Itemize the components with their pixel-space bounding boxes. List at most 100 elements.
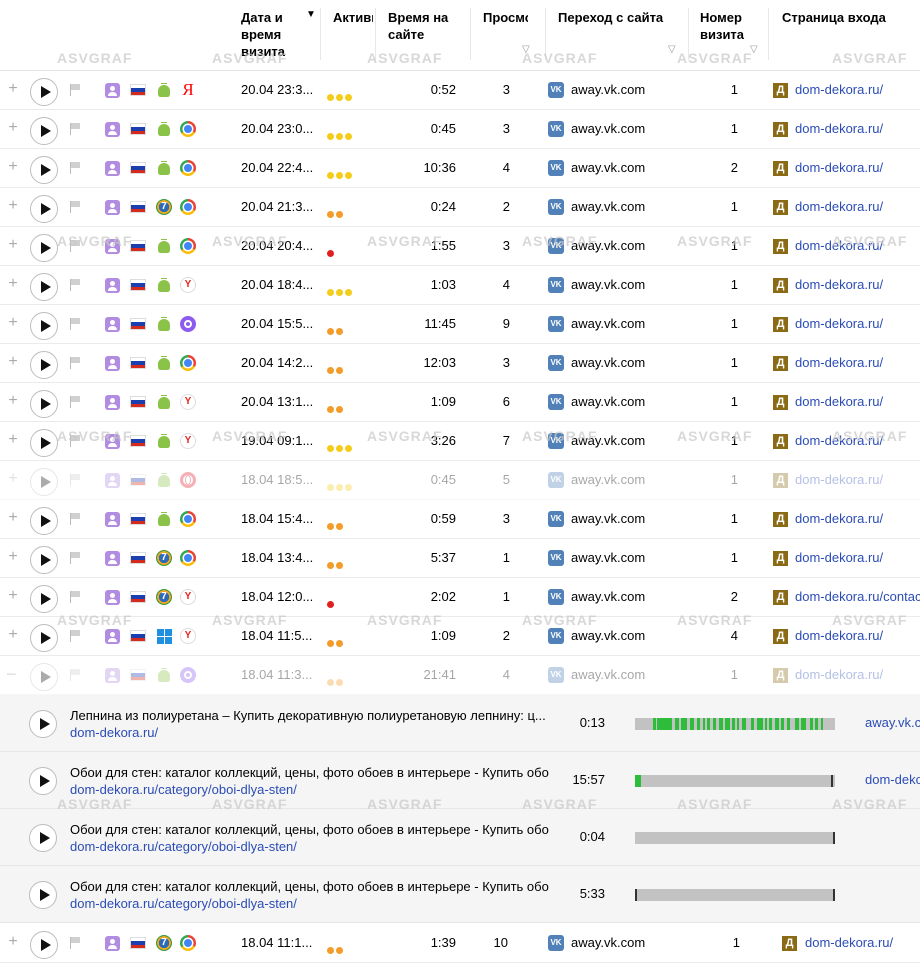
play-button[interactable]: [29, 767, 57, 795]
expand-icon[interactable]: +: [6, 315, 20, 331]
table-row[interactable]: + Y 20.04 13:1... 1:09 6 VK away.vk.com 1 Дdom-d…: [0, 383, 920, 422]
visitor-icon[interactable]: [105, 317, 120, 332]
table-row[interactable]: +7 18.04 11:1... 1:39 10 VK away.vk.com 1 Дdom-…: [0, 924, 920, 963]
flag-icon[interactable]: [69, 357, 81, 369]
table-row[interactable]: − 18.04 11:3... 21:41 4 VK away.vk.com 1 Дdom-d…: [0, 656, 920, 695]
table-row[interactable]: +20.04 15:5... 11:45 9 VK away.vk.com 1 Дdom-d…: [0, 305, 920, 344]
expand-icon[interactable]: +: [6, 393, 20, 409]
column-source[interactable]: Переход с сайта: [558, 9, 688, 26]
visit-page-row[interactable]: Обои для стен: каталог коллекций, цены, …: [0, 752, 920, 809]
visitor-icon[interactable]: [105, 551, 120, 566]
expand-icon[interactable]: +: [6, 81, 20, 97]
column-duration[interactable]: Время на сайте: [388, 9, 458, 43]
visitor-icon[interactable]: [105, 200, 120, 215]
table-row[interactable]: +18.04 18:5... 0:45 5 VK away.vk.com 1 Дdom-de…: [0, 461, 920, 500]
flag-icon[interactable]: [69, 937, 81, 949]
flag-icon[interactable]: [69, 513, 81, 525]
column-views[interactable]: Просмо: [483, 9, 528, 26]
table-row[interactable]: +7 Y 18.04 12:0... 2:02 1 VK away.vk.com 2 Дdom-…: [0, 578, 920, 617]
visitor-icon[interactable]: [105, 629, 120, 644]
expand-icon[interactable]: +: [6, 432, 20, 448]
visit-page-row[interactable]: Обои для стен: каталог коллекций, цены, …: [0, 809, 920, 866]
play-button[interactable]: [30, 195, 58, 223]
flag-icon[interactable]: [69, 435, 81, 447]
play-button[interactable]: [29, 710, 57, 738]
play-button[interactable]: [30, 117, 58, 145]
play-button[interactable]: [30, 351, 58, 379]
entry-page-link[interactable]: dom-dekora.ru/: [795, 433, 883, 448]
entry-page-link[interactable]: dom-dekora.ru/: [795, 121, 883, 136]
table-row[interactable]: +7 18.04 13:4... 5:37 1 VK away.vk.com 1 Дdom-d…: [0, 539, 920, 578]
play-button[interactable]: [30, 546, 58, 574]
table-row[interactable]: +20.04 23:0... 0:45 3 VK away.vk.com 1 Дdom-de…: [0, 110, 920, 149]
entry-page-link[interactable]: dom-dekora.ru/: [795, 238, 883, 253]
expand-icon[interactable]: +: [6, 510, 20, 526]
expand-icon[interactable]: +: [6, 159, 20, 175]
play-button[interactable]: [30, 312, 58, 340]
column-entry-page[interactable]: Страница входа: [782, 9, 912, 26]
visit-page-row[interactable]: Обои для стен: каталог коллекций, цены, …: [0, 866, 920, 923]
table-row[interactable]: +7 20.04 21:3... 0:24 2 VK away.vk.com 1 Дdom-d…: [0, 188, 920, 227]
entry-page-link[interactable]: dom-dekora.ru/: [795, 82, 883, 97]
visitor-icon[interactable]: [105, 239, 120, 254]
play-button[interactable]: [30, 234, 58, 262]
play-button[interactable]: [30, 468, 58, 496]
flag-icon[interactable]: [69, 552, 81, 564]
play-button[interactable]: [30, 624, 58, 652]
entry-page-link[interactable]: dom-dekora.ru/: [795, 472, 883, 487]
play-button[interactable]: [30, 156, 58, 184]
visitor-icon[interactable]: [105, 278, 120, 293]
visitor-icon[interactable]: [105, 122, 120, 137]
play-button[interactable]: [30, 390, 58, 418]
filter-icon[interactable]: ▽: [522, 44, 533, 55]
flag-icon[interactable]: [69, 669, 81, 681]
page-url-link[interactable]: dom-dekora.ru/category/oboi-dlya-sten/: [70, 839, 297, 854]
visitor-icon[interactable]: [105, 473, 120, 488]
visitor-icon[interactable]: [105, 434, 120, 449]
expand-icon[interactable]: +: [6, 237, 20, 253]
table-row[interactable]: + Y 18.04 11:5... 1:09 2 VK away.vk.com 4 Дdom-d…: [0, 617, 920, 656]
play-button[interactable]: [30, 273, 58, 301]
entry-page-link[interactable]: dom-dekora.ru/contac: [795, 589, 920, 604]
play-button[interactable]: [30, 663, 58, 691]
flag-icon[interactable]: [69, 162, 81, 174]
expand-icon[interactable]: +: [6, 627, 20, 643]
table-row[interactable]: + Y 20.04 18:4... 1:03 4 VK away.vk.com 1 Дdom-d…: [0, 266, 920, 305]
expand-icon[interactable]: +: [6, 588, 20, 604]
expand-icon[interactable]: +: [6, 934, 20, 950]
filter-icon[interactable]: ▽: [668, 44, 679, 55]
column-activity[interactable]: Активн: [333, 9, 373, 26]
entry-page-link[interactable]: dom-dekora.ru/: [795, 316, 883, 331]
entry-page-link[interactable]: dom-dekora.ru/: [795, 160, 883, 175]
entry-page-link[interactable]: dom-dekora.ru/: [795, 511, 883, 526]
flag-icon[interactable]: [69, 201, 81, 213]
visitor-icon[interactable]: [105, 356, 120, 371]
entry-page-link[interactable]: dom-dekora.ru/: [795, 550, 883, 565]
sort-desc-icon[interactable]: ▼: [306, 9, 316, 20]
visitor-icon[interactable]: [105, 395, 120, 410]
collapse-icon[interactable]: −: [6, 664, 17, 685]
entry-page-link[interactable]: dom-dekora.ru/: [795, 355, 883, 370]
visitor-icon[interactable]: [105, 161, 120, 176]
visitor-icon[interactable]: [105, 83, 120, 98]
column-date[interactable]: Дата и время визита: [241, 9, 306, 60]
flag-icon[interactable]: [69, 396, 81, 408]
entry-page-link[interactable]: dom-dekora.ru/: [795, 628, 883, 643]
table-row[interactable]: +20.04 22:4... 10:36 4 VK away.vk.com 2 Дdom-d…: [0, 149, 920, 188]
column-visit-number[interactable]: Номер визита: [700, 9, 750, 43]
play-button[interactable]: [30, 507, 58, 535]
flag-icon[interactable]: [69, 84, 81, 96]
play-button[interactable]: [29, 881, 57, 909]
play-button[interactable]: [29, 824, 57, 852]
page-url-link[interactable]: dom-dekora.ru/: [70, 725, 158, 740]
table-row[interactable]: +20.04 20:4... 1:55 3 VK away.vk.com 1 Дdom-de…: [0, 227, 920, 266]
page-referrer-link[interactable]: away.vk.c: [865, 715, 920, 730]
visitor-icon[interactable]: [105, 590, 120, 605]
visitor-icon[interactable]: [105, 512, 120, 527]
table-row[interactable]: +18.04 15:4... 0:59 3 VK away.vk.com 1 Дdom-de…: [0, 500, 920, 539]
play-button[interactable]: [30, 429, 58, 457]
entry-page-link[interactable]: dom-dekora.ru/: [795, 394, 883, 409]
flag-icon[interactable]: [69, 630, 81, 642]
page-referrer-link[interactable]: dom-deko: [865, 772, 920, 787]
flag-icon[interactable]: [69, 474, 81, 486]
